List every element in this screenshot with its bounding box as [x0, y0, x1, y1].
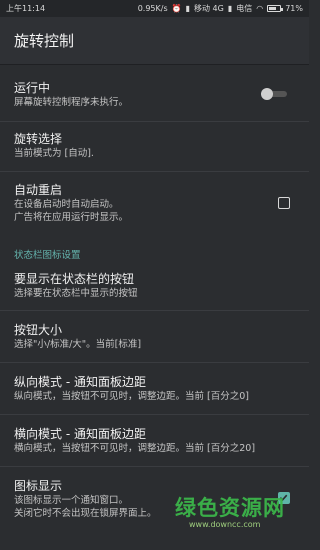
- pref-portrait-margin-summary: 纵向模式，当按钮不可见时，调整边距。当前 [百分之0]: [14, 391, 249, 402]
- network-speed: 0.95K/s: [137, 4, 168, 13]
- divider: [0, 310, 309, 311]
- carrier-2: 电信: [236, 4, 253, 13]
- pref-running-summary: 屏幕旋转控制程序未执行。: [14, 97, 129, 108]
- pref-button-size[interactable]: 按钮大小 选择"小/标准/大"。当前[标准]: [0, 322, 309, 351]
- pref-rotation-select-summary: 当前模式为 [自动].: [14, 148, 94, 159]
- page-title: 旋转控制: [14, 32, 75, 50]
- watermark-url: www.downcc.com: [189, 520, 261, 529]
- signal-icon: ▮: [185, 4, 190, 13]
- alarm-icon: ⏰: [171, 4, 182, 13]
- divider: [0, 466, 309, 467]
- pref-button-size-summary: 选择"小/标准/大"。当前[标准]: [14, 339, 142, 350]
- pref-auto-restart-summary-2: 广告将在应用运行时显示。: [14, 212, 129, 223]
- pref-status-buttons[interactable]: 要显示在状态栏的按钮 选择要在状态栏中显示的按钮: [0, 271, 309, 300]
- running-toggle[interactable]: [261, 88, 287, 100]
- divider: [0, 362, 309, 363]
- battery-fill: [269, 7, 277, 10]
- pref-auto-restart-summary-1: 在设备启动时自动启动。: [14, 199, 119, 210]
- pref-status-buttons-summary: 选择要在状态栏中显示的按钮: [14, 288, 138, 299]
- pref-running-title: 运行中: [14, 81, 51, 95]
- battery-percent: 71%: [285, 4, 303, 13]
- toggle-thumb: [261, 88, 273, 100]
- battery-icon: [267, 5, 284, 12]
- auto-restart-checkbox[interactable]: [278, 197, 290, 209]
- pref-rotation-select[interactable]: 旋转选择 当前模式为 [自动].: [0, 131, 309, 160]
- app-toolbar: 旋转控制: [0, 17, 309, 65]
- pref-landscape-margin[interactable]: 横向模式 - 通知面板边距 横向模式，当按钮不可见时，调整边距。当前 [百分之2…: [0, 426, 309, 455]
- pref-status-buttons-title: 要显示在状态栏的按钮: [14, 272, 135, 286]
- divider: [0, 171, 309, 172]
- signal-icon-2: ▮: [227, 4, 233, 13]
- pref-portrait-margin-title: 纵向模式 - 通知面板边距: [14, 375, 146, 389]
- status-right: 0.95K/s ⏰ ▮ 移动 4G ▮ 电信 ◠ 71%: [138, 3, 303, 14]
- status-time: 上午11:14: [6, 4, 46, 13]
- carrier-1: 移动 4G: [193, 4, 224, 13]
- pref-portrait-margin[interactable]: 纵向模式 - 通知面板边距 纵向模式，当按钮不可见时，调整边距。当前 [百分之0…: [0, 374, 309, 403]
- divider: [0, 121, 309, 122]
- section-header-status-icon: 状态栏图标设置: [14, 250, 81, 261]
- pref-auto-restart[interactable]: 自动重启 在设备启动时自动启动。 广告将在应用运行时显示。: [0, 182, 309, 224]
- divider: [0, 414, 309, 415]
- pref-rotation-select-title: 旋转选择: [14, 132, 63, 146]
- pref-button-size-title: 按钮大小: [14, 323, 63, 337]
- watermark-logo: 绿色资源网: [175, 496, 285, 520]
- wifi-icon: ◠: [256, 4, 264, 13]
- pref-landscape-margin-summary: 横向模式，当按钮不可见时，调整边距。当前 [百分之20]: [14, 443, 256, 454]
- pref-auto-restart-title: 自动重启: [14, 183, 63, 197]
- pref-landscape-margin-title: 横向模式 - 通知面板边距: [14, 427, 146, 441]
- status-bar: 上午11:14 0.95K/s ⏰ ▮ 移动 4G ▮ 电信 ◠ 71%: [0, 0, 309, 17]
